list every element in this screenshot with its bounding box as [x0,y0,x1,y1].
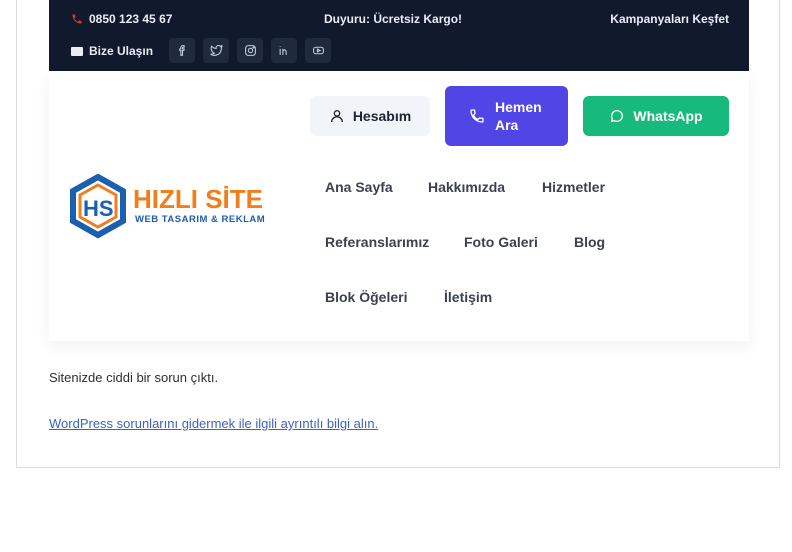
nav-item-about[interactable]: Hakkımızda [428,179,505,195]
nav-item-services[interactable]: Hizmetler [542,179,605,195]
call-now-label-line-1: Hemen [495,99,542,115]
nav-item-references[interactable]: Referanslarımız [325,234,429,250]
twitter-icon[interactable] [203,38,229,63]
whatsapp-button[interactable]: WhatsApp [583,96,729,136]
account-button[interactable]: Hesabım [310,96,430,136]
whatsapp-button-label: WhatsApp [633,108,703,124]
announcement: Duyuru: Ücretsiz Kargo! [324,12,463,26]
logo-title: HIZLI SİTE [133,184,263,214]
logo-monogram: HS [83,196,114,221]
nav-item-contact[interactable]: İletişim [444,289,492,305]
facebook-icon[interactable] [169,38,195,63]
phone-icon [72,14,82,24]
instagram-icon[interactable] [237,38,263,63]
account-button-label: Hesabım [352,108,412,124]
top-bar-row-1: 0850 123 45 67 Duyuru: Ücretsiz Kargo! K… [49,0,749,38]
phone-icon [470,109,484,123]
youtube-icon[interactable] [305,38,331,63]
nav-item-gallery[interactable]: Foto Galeri [464,234,538,250]
contact-link[interactable]: Bize Ulaşın [71,44,153,58]
error-message: Sitenizde ciddi bir sorun çıktı. [49,370,219,385]
social-links [169,38,331,63]
user-icon [330,110,343,123]
logo-image: HS HIZLI SİTE WEB TASARIM & REKLAM [70,173,265,239]
site-logo[interactable]: HS HIZLI SİTE WEB TASARIM & REKLAM [69,173,284,240]
nav-item-blog[interactable]: Blog [574,234,605,250]
whatsapp-icon [611,109,624,123]
top-bar: 0850 123 45 67 Duyuru: Ücretsiz Kargo! K… [49,0,749,71]
call-now-label: Hemen Ara [495,98,555,134]
nav-item-home[interactable]: Ana Sayfa [325,179,393,195]
phone-contact[interactable]: 0850 123 45 67 [71,12,172,26]
top-bar-row-2: Bize Ulaşın [49,38,749,66]
mail-icon [71,46,83,56]
help-link[interactable]: WordPress sorunlarını gidermek ile ilgil… [49,416,378,431]
contact-label[interactable]: Bize Ulaşın [89,44,153,58]
call-now-label-line-2: Ara [495,117,519,133]
phone-number[interactable]: 0850 123 45 67 [89,12,172,26]
linkedin-icon[interactable] [271,38,297,63]
site-header: HS HIZLI SİTE WEB TASARIM & REKLAM Hesab… [49,71,749,341]
nav-item-block-elements[interactable]: Blok Öğeleri [325,289,407,305]
campaign-link[interactable]: Kampanyaları Keşfet [610,12,729,26]
logo-subtitle: WEB TASARIM & REKLAM [135,214,265,225]
call-now-button[interactable]: Hemen Ara [445,86,568,146]
